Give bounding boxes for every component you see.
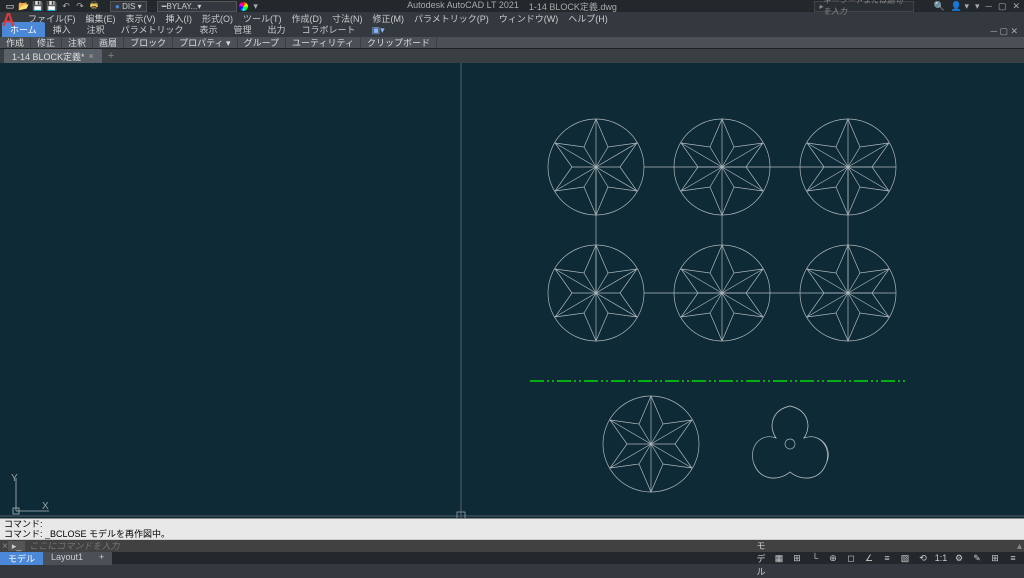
layer-dropdown-1[interactable]: ● DIS ▾ [110,1,147,12]
cycling-icon[interactable]: ⟲ [916,553,930,564]
file-tab-label: 1-14 BLOCK定義* [12,50,85,63]
close-button[interactable]: ✕ [1012,1,1020,12]
search-icon[interactable]: 🔍 [934,1,945,12]
doc-min-button[interactable]: ─ ▢ ✕ [991,26,1024,37]
status-bar: モデル Layout1 + モデル ▦ ⊞ └ ⊕ ◻ ∠ ≡ ▧ ⟲ 1:1 … [0,552,1024,564]
lineweight-icon[interactable]: ≡ [880,553,894,563]
customize-icon[interactable]: ≡ [1006,553,1020,563]
close-icon[interactable]: × [89,51,94,61]
tab-layout1[interactable]: Layout1 [43,552,91,565]
add-tab-button[interactable]: + [108,50,114,62]
menu-param[interactable]: パラメトリック(P) [414,12,489,25]
app-logo: A [2,10,15,31]
open-icon[interactable]: 📂 [18,0,30,12]
quick-access-toolbar: ▭ 📂 💾 💾 ↶ ↷ 🖶 ● DIS ▾ ━ BYLAY... ▾ ▾ [0,0,262,12]
title-controls: 🔍 👤 ▾ ▾ ─ ▢ ✕ [934,1,1020,12]
menu-help[interactable]: ヘルプ(H) [568,12,608,25]
qat-dropdown-icon[interactable]: ▾ [250,0,262,12]
tab-annotate[interactable]: 注釈 [79,22,113,37]
file-tab-active[interactable]: 1-14 BLOCK定義* × [4,49,102,64]
panel-group[interactable]: グループ [238,37,286,48]
saveas-icon[interactable]: 💾 [46,0,58,12]
panel-draw[interactable]: 作成 [0,37,31,48]
panel-annot[interactable]: 注釈 [62,37,93,48]
title-text: Autodesk AutoCAD LT 20211-14 BLOCK定義.dwg [407,0,617,13]
save-icon[interactable]: 💾 [32,0,44,12]
command-history-2: コマンド: _BCLOSE モデルを再作図中。 [0,529,1024,539]
command-area: コマンド: コマンド: _BCLOSE モデルを再作図中。 [0,518,1024,540]
panel-block[interactable]: ブロック [124,37,173,48]
drawing-canvas[interactable]: Y X [0,63,1024,518]
panel-layers[interactable]: 画層 [93,37,124,48]
add-layout-button[interactable]: + [91,552,112,565]
polar-icon[interactable]: ⊕ [826,553,840,564]
ucs-icon: Y X [11,473,49,514]
model-space-button[interactable]: モデル [754,539,768,578]
panel-modify[interactable]: 修正 [31,37,62,48]
panel-prop[interactable]: プロパティ ▾ [173,37,237,48]
redo-icon[interactable]: ↷ [74,0,86,12]
menu-window[interactable]: ウィンドウ(W) [499,12,559,25]
tab-manage[interactable]: 管理 [226,22,260,37]
layout-tabs: モデル Layout1 + [0,552,112,565]
file-tabs: 1-14 BLOCK定義* × + [0,49,1024,63]
grid-icon[interactable]: ▦ [772,553,786,564]
anno-scale[interactable]: 1:1 [934,553,948,563]
drawing-content: Y X [0,63,1024,518]
tab-model[interactable]: モデル [0,552,43,565]
signin-icon[interactable]: 👤 ▾ [951,1,969,12]
print-icon[interactable]: 🖶 [88,0,100,12]
search-input[interactable]: ▸ キーワードまたは語句を入力 [814,1,914,12]
anno-icon[interactable]: ✎ [970,553,984,564]
undo-icon[interactable]: ↶ [60,0,72,12]
tab-output[interactable]: 出力 [260,22,294,37]
otrack-icon[interactable]: ∠ [862,553,876,564]
svg-text:Y: Y [11,473,18,484]
units-icon[interactable]: ⊞ [988,553,1002,564]
ribbon-panels: 作成 修正 注釈 画層 ブロック プロパティ ▾ グループ ユーティリティ クリ… [0,37,1024,49]
maximize-button[interactable]: ▢ [998,1,1007,12]
tab-view[interactable]: 表示 [192,22,226,37]
help-icon[interactable]: ▾ [975,1,980,12]
layer-dropdown-2[interactable]: ━ BYLAY... ▾ [157,1,237,12]
command-history-1: コマンド: [0,519,1024,529]
panel-clip[interactable]: クリップボード [361,37,437,48]
workspace-icon[interactable]: ⚙ [952,553,966,564]
title-bar: ▭ 📂 💾 💾 ↶ ↷ 🖶 ● DIS ▾ ━ BYLAY... ▾ ▾ Aut… [0,0,1024,12]
command-prompt: ▸_ [8,541,26,551]
osnap-icon[interactable]: ◻ [844,553,858,564]
snap-icon[interactable]: ⊞ [790,553,804,564]
tab-insert[interactable]: 挿入 [45,22,79,37]
ortho-icon[interactable]: └ [808,553,822,563]
transparency-icon[interactable]: ▧ [898,553,912,564]
status-toggles: モデル ▦ ⊞ └ ⊕ ◻ ∠ ≡ ▧ ⟲ 1:1 ⚙ ✎ ⊞ ≡ [754,539,1024,578]
svg-text:X: X [42,501,49,512]
minimize-button[interactable]: ─ [986,1,992,11]
menu-modify[interactable]: 修正(M) [373,12,405,25]
tab-parametric[interactable]: パラメトリック [113,22,192,37]
panel-util[interactable]: ユーティリティ [286,37,361,48]
tab-collab[interactable]: コラボレート [294,22,364,37]
color-swatch-icon[interactable] [239,2,248,11]
